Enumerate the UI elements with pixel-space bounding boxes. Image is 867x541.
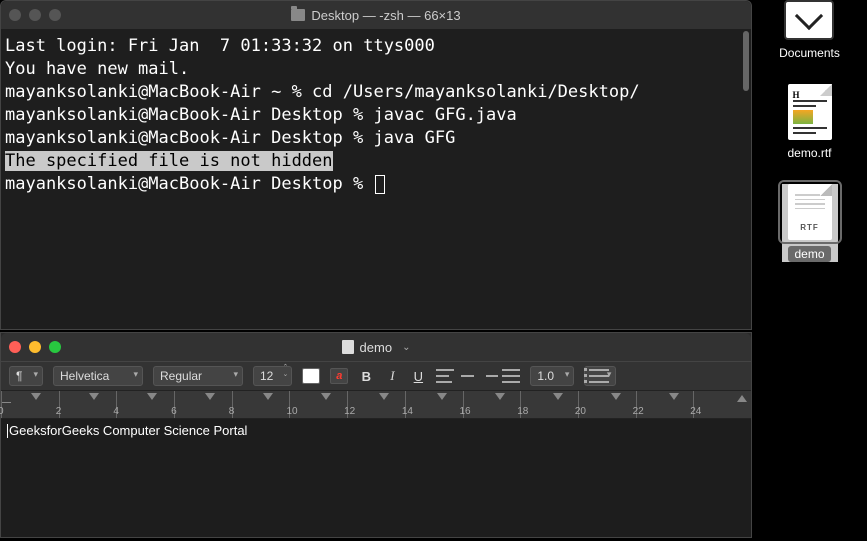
terminal-line: You have new mail. <box>5 58 747 81</box>
icon-image: H <box>782 84 838 140</box>
terminal-window: Desktop — -zsh — 66×13 Last login: Fri J… <box>0 0 752 330</box>
tab-stop-marker[interactable] <box>495 393 505 400</box>
line-spacing-select[interactable]: 1.0 <box>530 366 574 386</box>
ruler[interactable]: 024681012141618202224 <box>1 391 751 419</box>
maximize-icon[interactable] <box>49 341 61 353</box>
underline-button[interactable]: U <box>410 369 426 384</box>
desktop-area[interactable]: Documents Hdemo.rtf RTF demo <box>752 0 867 541</box>
textedit-window: demo ⌄ ¶ Helvetica Regular 12 a B I U 1.… <box>0 332 752 538</box>
traffic-lights <box>9 9 69 21</box>
chevron-down-icon[interactable]: ⌄ <box>402 342 410 353</box>
textedit-title: demo ⌄ <box>69 340 683 355</box>
close-icon[interactable] <box>9 341 21 353</box>
tab-stop-marker[interactable] <box>553 393 563 400</box>
desktop-icon-demo[interactable]: RTF demo <box>782 184 838 262</box>
bold-button[interactable]: B <box>358 369 374 384</box>
minimize-icon[interactable] <box>29 9 41 21</box>
align-right-button[interactable] <box>480 369 498 383</box>
traffic-lights <box>9 341 69 353</box>
tab-stop-marker[interactable] <box>89 393 99 400</box>
italic-button[interactable]: I <box>384 368 400 384</box>
document-icon <box>342 340 354 354</box>
right-indent-marker[interactable] <box>737 395 747 402</box>
list-style-select[interactable] <box>584 366 616 386</box>
terminal-cursor <box>375 175 385 194</box>
icon-image <box>781 0 837 40</box>
ruler-tick: 6 <box>174 391 232 418</box>
tab-stop-marker[interactable] <box>263 393 273 400</box>
textedit-toolbar: ¶ Helvetica Regular 12 a B I U 1.0 <box>1 361 751 391</box>
icon-image: RTF <box>782 184 838 240</box>
terminal-line: Last login: Fri Jan 7 01:33:32 on ttys00… <box>5 35 747 58</box>
ruler-tick: 18 <box>520 391 578 418</box>
text-cursor <box>7 424 8 438</box>
desktop-icon-Documents[interactable]: Documents <box>779 0 840 60</box>
desktop-icon-demo-rtf[interactable]: Hdemo.rtf <box>782 84 838 160</box>
textedit-body[interactable]: GeeksforGeeks Computer Science Portal <box>1 419 751 537</box>
terminal-line: The specified file is not hidden <box>5 150 747 173</box>
ruler-tick: 0 <box>1 391 59 418</box>
paragraph-style-select[interactable]: ¶ <box>9 366 43 386</box>
terminal-title-text: Desktop — -zsh — 66×13 <box>311 8 460 23</box>
align-justify-button[interactable] <box>502 369 520 383</box>
tab-stop-marker[interactable] <box>379 393 389 400</box>
ruler-tick: 22 <box>636 391 694 418</box>
tab-stop-marker[interactable] <box>205 393 215 400</box>
close-icon[interactable] <box>9 9 21 21</box>
font-weight-select[interactable]: Regular <box>153 366 243 386</box>
desktop-icon-label: demo <box>788 246 830 262</box>
terminal-title: Desktop — -zsh — 66×13 <box>69 8 683 23</box>
font-size-stepper[interactable]: 12 <box>253 366 292 386</box>
align-left-button[interactable] <box>436 369 454 383</box>
scrollbar[interactable] <box>743 31 749 91</box>
text-color-button[interactable]: a <box>330 368 348 384</box>
ruler-tick: 8 <box>232 391 290 418</box>
ruler-tick: 10 <box>289 391 347 418</box>
folder-icon <box>291 9 305 21</box>
ruler-tick: 20 <box>578 391 636 418</box>
maximize-icon[interactable] <box>49 9 61 21</box>
terminal-body[interactable]: Last login: Fri Jan 7 01:33:32 on ttys00… <box>1 29 751 202</box>
font-family-select[interactable]: Helvetica <box>53 366 143 386</box>
ruler-tick: 16 <box>463 391 521 418</box>
terminal-prompt[interactable]: mayanksolanki@MacBook-Air Desktop % <box>5 173 747 196</box>
alignment-group <box>436 369 520 383</box>
tab-stop-marker[interactable] <box>437 393 447 400</box>
text-color-swatch[interactable] <box>302 368 320 384</box>
textedit-title-text: demo <box>360 340 393 355</box>
ruler-tick: 14 <box>405 391 463 418</box>
tab-stop-marker[interactable] <box>31 393 41 400</box>
document-content: GeeksforGeeks Computer Science Portal <box>9 423 247 438</box>
tab-stop-marker[interactable] <box>669 393 679 400</box>
tab-stop-marker[interactable] <box>147 393 157 400</box>
desktop-icon-label: demo.rtf <box>787 146 831 160</box>
textedit-titlebar[interactable]: demo ⌄ <box>1 333 751 361</box>
desktop-icon-label: Documents <box>779 46 840 60</box>
terminal-line: mayanksolanki@MacBook-Air Desktop % java… <box>5 104 747 127</box>
ruler-tick: 12 <box>347 391 405 418</box>
tab-stop-marker[interactable] <box>321 393 331 400</box>
ruler-tick: 4 <box>116 391 174 418</box>
list-icon <box>589 369 609 383</box>
ruler-tick: 2 <box>59 391 117 418</box>
terminal-titlebar[interactable]: Desktop — -zsh — 66×13 <box>1 1 751 29</box>
terminal-line: mayanksolanki@MacBook-Air ~ % cd /Users/… <box>5 81 747 104</box>
minimize-icon[interactable] <box>29 341 41 353</box>
align-center-button[interactable] <box>458 369 476 383</box>
tab-stop-marker[interactable] <box>611 393 621 400</box>
terminal-line: mayanksolanki@MacBook-Air Desktop % java… <box>5 127 747 150</box>
